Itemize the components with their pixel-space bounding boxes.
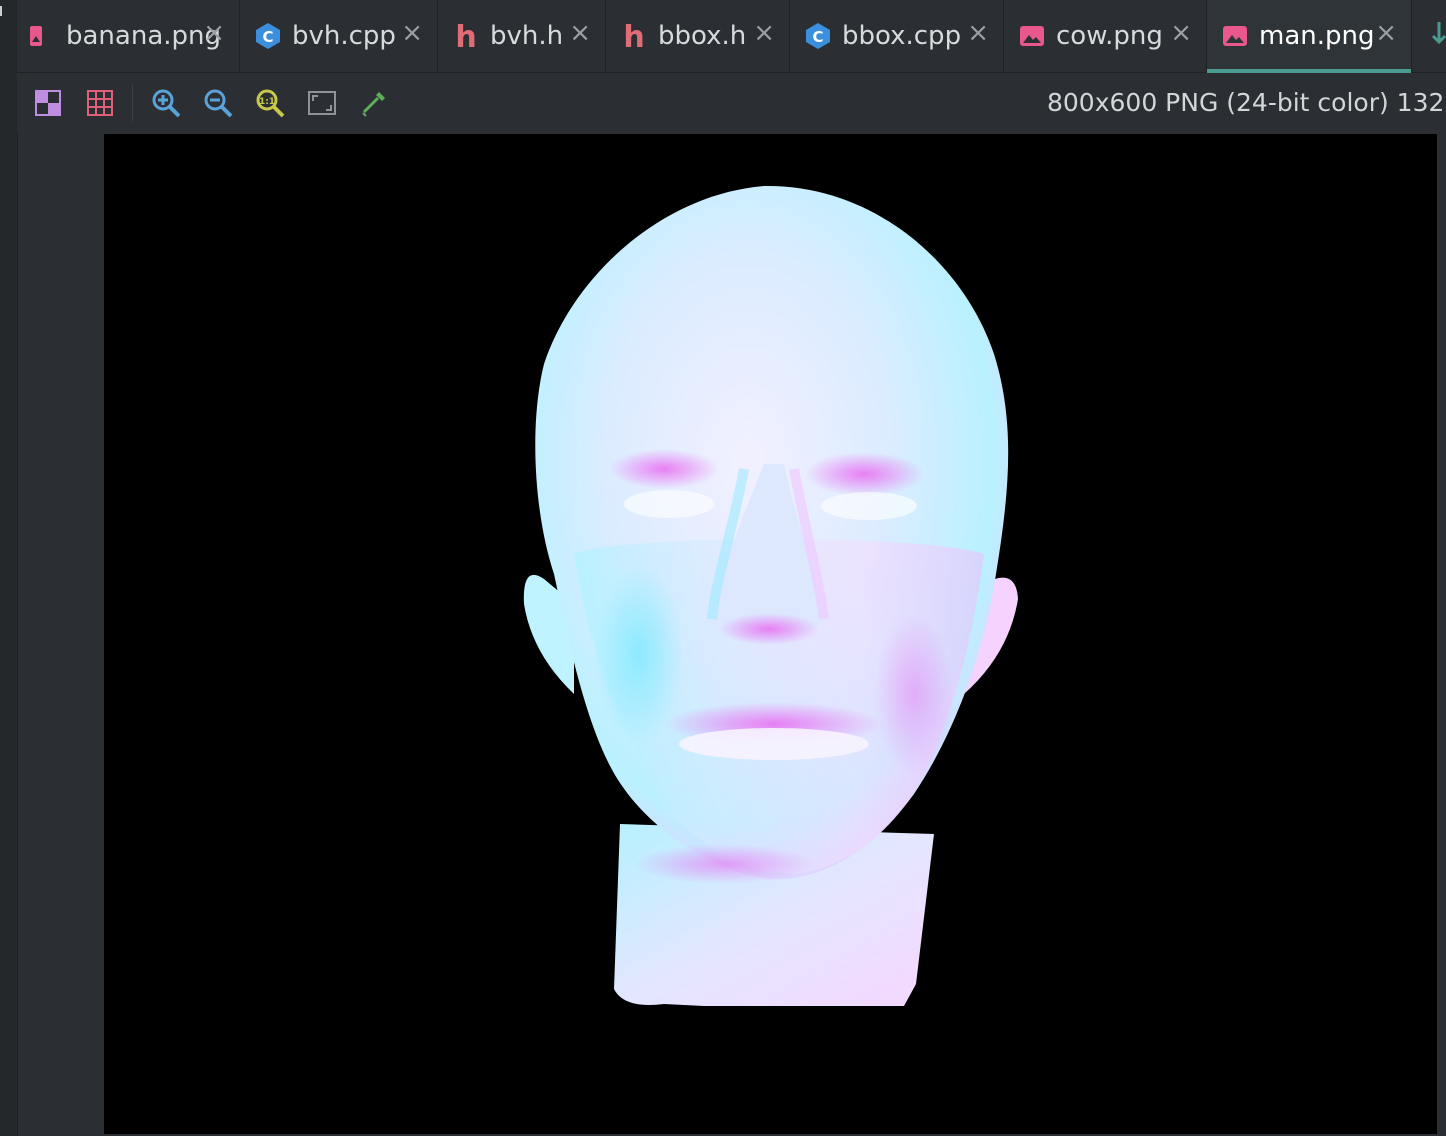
tab-bvh-cpp[interactable]: C bvh.cpp × bbox=[240, 0, 438, 72]
chessboard-icon[interactable] bbox=[32, 87, 64, 119]
rendered-head-image bbox=[523, 185, 1018, 1006]
close-tab-icon[interactable]: × bbox=[967, 20, 989, 46]
tab-bvh-h[interactable]: h bvh.h × bbox=[438, 0, 606, 72]
close-tab-icon[interactable]: × bbox=[1375, 20, 1397, 46]
close-tab-icon[interactable]: × bbox=[401, 20, 423, 46]
color-picker-icon[interactable] bbox=[358, 87, 390, 119]
tab-label: bvh.cpp bbox=[292, 21, 396, 51]
tab-label: cow.png bbox=[1056, 21, 1163, 51]
close-tab-icon[interactable]: × bbox=[569, 20, 591, 46]
left-gutter bbox=[0, 0, 18, 1136]
editor-tab-bar: banana.png × C bvh.cpp × h bvh.h × h bbo… bbox=[17, 0, 1446, 73]
tab-bbox-h[interactable]: h bbox.h × bbox=[606, 0, 790, 72]
tab-label: bvh.h bbox=[490, 21, 564, 51]
image-editor-window: banana.png × C bvh.cpp × h bvh.h × h bbo… bbox=[0, 0, 1446, 1136]
svg-text:1:1: 1:1 bbox=[259, 97, 275, 107]
image-info-label: 800x600 PNG (24-bit color) 132. bbox=[1047, 88, 1446, 117]
image-file-icon bbox=[28, 22, 56, 50]
tab-label: bbox.h bbox=[658, 21, 747, 51]
cpp-file-icon: C bbox=[254, 22, 282, 50]
header-file-icon: h bbox=[620, 20, 648, 55]
zoom-in-icon[interactable] bbox=[150, 87, 182, 119]
actual-size-icon[interactable]: 1:1 bbox=[254, 87, 286, 119]
tab-banana-png[interactable]: banana.png × bbox=[0, 0, 240, 72]
tab-label: bbox.cpp bbox=[842, 21, 962, 51]
tab-label: man.png bbox=[1259, 21, 1375, 51]
more-tabs-arrow-icon[interactable] bbox=[1429, 18, 1446, 54]
grid-icon[interactable] bbox=[84, 87, 116, 119]
tab-man-png[interactable]: man.png × bbox=[1207, 0, 1412, 73]
header-file-icon: h bbox=[452, 20, 480, 55]
image-file-icon bbox=[1221, 22, 1249, 50]
svg-text:h: h bbox=[455, 22, 476, 50]
tab-bbox-cpp[interactable]: C bbox.cpp × bbox=[790, 0, 1004, 72]
fit-to-window-icon[interactable] bbox=[306, 87, 338, 119]
svg-text:C: C bbox=[812, 28, 823, 46]
image-toolbar: 1:1 800x600 PNG (24-bit color) 132. bbox=[17, 73, 1446, 133]
close-tab-icon[interactable]: × bbox=[1170, 20, 1192, 46]
svg-text:C: C bbox=[262, 28, 273, 46]
tab-label: banana.png bbox=[66, 21, 222, 51]
toolbar-separator bbox=[132, 85, 133, 121]
zoom-out-icon[interactable] bbox=[202, 87, 234, 119]
image-canvas[interactable] bbox=[104, 134, 1437, 1134]
tab-cow-png[interactable]: cow.png × bbox=[1004, 0, 1207, 72]
close-tab-icon[interactable]: × bbox=[203, 20, 225, 46]
svg-text:h: h bbox=[623, 22, 644, 50]
cpp-file-icon: C bbox=[804, 22, 832, 50]
image-file-icon bbox=[1018, 22, 1046, 50]
close-tab-icon[interactable]: × bbox=[753, 20, 775, 46]
